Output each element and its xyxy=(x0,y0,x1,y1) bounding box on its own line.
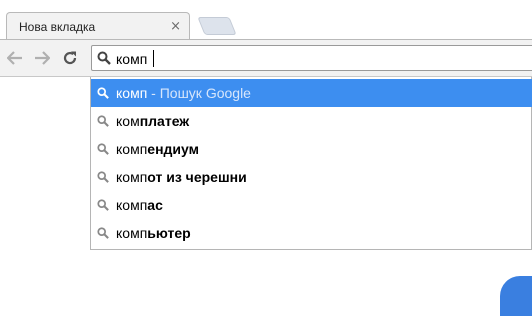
browser-tab[interactable]: Нова вкладка × xyxy=(6,12,190,40)
suggestion-text: компот из черешни xyxy=(116,169,247,185)
suggestion-text: компас xyxy=(116,197,163,213)
suggestion-item[interactable]: компот из черешни xyxy=(91,163,532,191)
suggestion-text: комплатеж xyxy=(116,113,190,129)
back-button[interactable] xyxy=(2,45,28,71)
page-logo-fragment xyxy=(500,276,532,316)
omnibox-suggestions: комп - Пошук Google комплатеж компендиум… xyxy=(90,77,532,250)
suggestion-item[interactable]: комплатеж xyxy=(91,107,532,135)
suggestion-hint: - Пошук Google xyxy=(147,85,251,101)
search-icon xyxy=(97,51,111,65)
toolbar: комп xyxy=(0,39,532,77)
suggestion-text: компьютер xyxy=(116,225,191,241)
search-icon xyxy=(97,87,109,99)
reload-button[interactable] xyxy=(57,45,83,71)
address-bar-text[interactable]: комп xyxy=(116,51,147,67)
search-icon xyxy=(97,143,109,155)
search-icon xyxy=(97,199,109,211)
suggestion-item[interactable]: компьютер xyxy=(91,219,532,247)
suggestion-text: комп - Пошук Google xyxy=(116,85,251,101)
reload-icon xyxy=(63,51,77,65)
tab-title: Нова вкладка xyxy=(19,20,96,34)
tab-close-icon[interactable]: × xyxy=(170,20,181,33)
search-icon xyxy=(97,227,109,239)
text-caret xyxy=(153,50,154,67)
forward-button[interactable] xyxy=(29,45,55,71)
forward-arrow-icon xyxy=(35,51,50,65)
address-bar[interactable]: комп xyxy=(91,45,532,71)
new-tab-button[interactable] xyxy=(197,17,237,35)
search-icon xyxy=(97,115,109,127)
suggestion-item[interactable]: компас xyxy=(91,191,532,219)
back-arrow-icon xyxy=(7,51,22,65)
suggestion-item[interactable]: комп - Пошук Google xyxy=(91,79,532,107)
search-icon xyxy=(97,171,109,183)
tab-strip: Нова вкладка × xyxy=(0,0,532,40)
suggestion-item[interactable]: компендиум xyxy=(91,135,532,163)
suggestion-text: компендиум xyxy=(116,141,199,157)
